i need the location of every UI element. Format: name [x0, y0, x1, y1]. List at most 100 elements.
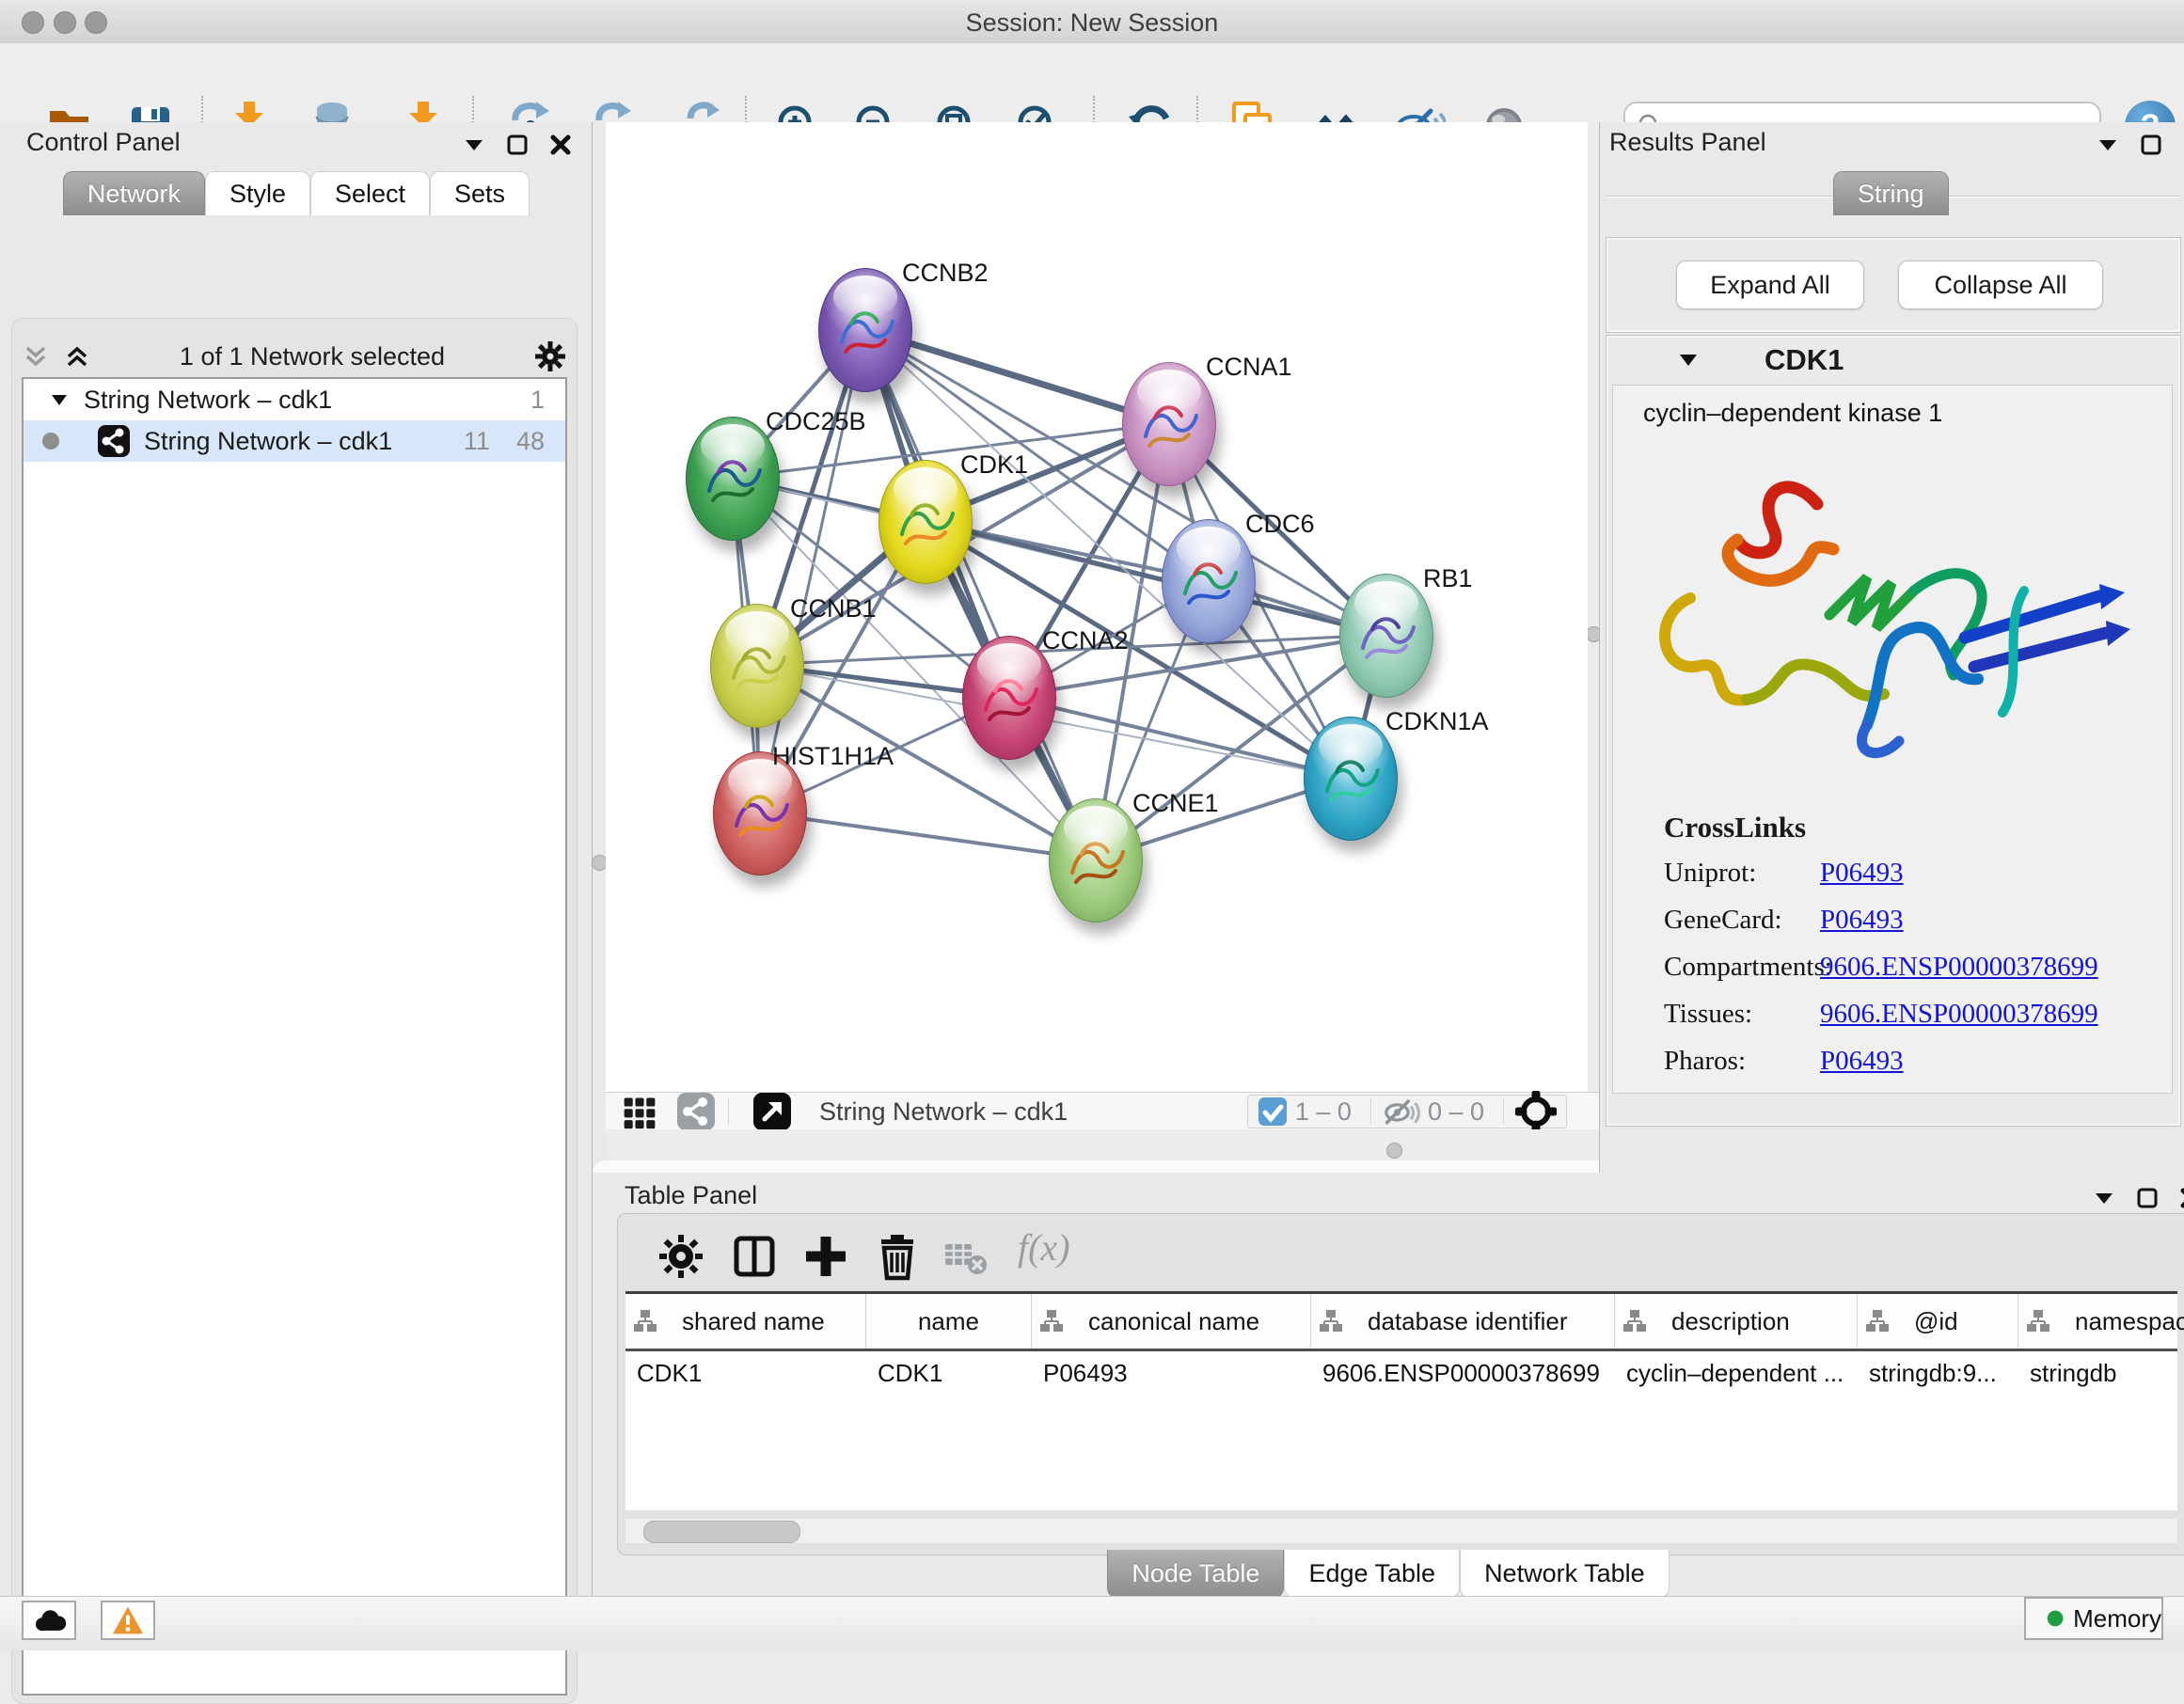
warning-icon	[111, 1605, 145, 1635]
collapse-all-networks-icon[interactable]	[63, 342, 91, 371]
network-edge[interactable]	[925, 521, 1385, 635]
cell-databaseidentifier[interactable]: 9606.ENSP00000378699	[1311, 1359, 1615, 1388]
show-columns-icon[interactable]	[729, 1231, 780, 1282]
network-edge[interactable]	[864, 329, 1095, 860]
cell-id[interactable]: stringdb:9...	[1858, 1359, 2018, 1388]
column-header-name[interactable]: name	[866, 1294, 1032, 1349]
warning-status-button[interactable]	[101, 1601, 155, 1640]
protein-header[interactable]: CDK1	[1606, 343, 2180, 377]
fit-selection-crosshair-icon[interactable]	[1515, 1091, 1557, 1132]
collection-label: String Network – cdk1	[84, 386, 332, 415]
collapse-panel-icon[interactable]	[2093, 1187, 2115, 1209]
collapse-section-icon[interactable]	[1678, 350, 1699, 371]
tree-expander-icon[interactable]	[50, 390, 69, 409]
selection-indicators: 1 – 0 0 – 0	[1247, 1095, 1567, 1128]
hidden-eye-icon[interactable]	[1383, 1095, 1420, 1128]
column-header-canonicalname[interactable]: canonical name	[1032, 1294, 1311, 1349]
scrollbar-thumb[interactable]	[643, 1521, 800, 1543]
network-node-cdkn1a[interactable]	[1304, 717, 1398, 841]
column-header-sharedname[interactable]: shared name	[625, 1294, 866, 1349]
cell-namespace[interactable]: stringdb	[2018, 1359, 2184, 1388]
column-mapping-icon	[1865, 1309, 1890, 1333]
string-app-icon	[97, 424, 131, 458]
network-view-canvas[interactable]: CCNB2CCNA1CDC25BCDK1CDC6RB1CCNB1CCNA2CDK…	[606, 122, 1588, 1092]
tab-network-table[interactable]: Network Table	[1460, 1550, 1670, 1598]
open-in-window-icon[interactable]	[752, 1091, 793, 1132]
table-data-row[interactable]: CDK1CDK1P064939606.ENSP00000378699cyclin…	[625, 1351, 2177, 1395]
table-container: f(x) shared namenamecanonical namedataba…	[617, 1213, 2184, 1555]
network-label: String Network – cdk1	[144, 427, 392, 456]
close-panel-icon[interactable]	[549, 134, 572, 156]
crosslink-link[interactable]: P06493	[1820, 858, 1904, 889]
table-hscrollbar[interactable]	[625, 1519, 2177, 1543]
crosslink-link[interactable]: 9606.ENSP00000378699	[1820, 952, 2098, 983]
node-label-cdc25b: CDC25B	[766, 407, 866, 436]
table-header-row: shared namenamecanonical namedatabase id…	[625, 1294, 2177, 1351]
crosslink-link[interactable]: 9606.ENSP00000378699	[1820, 999, 2098, 1030]
column-header-namespace[interactable]: namespace	[2018, 1294, 2184, 1349]
network-row-selected[interactable]: String Network – cdk1 11 48	[24, 420, 565, 462]
cell-name[interactable]: CDK1	[866, 1359, 1032, 1388]
tab-string[interactable]: String	[1833, 171, 1949, 215]
table-options-gear-icon[interactable]	[656, 1231, 706, 1282]
cell-canonicalname[interactable]: P06493	[1032, 1359, 1311, 1388]
node-table: shared namenamecanonical namedatabase id…	[625, 1291, 2177, 1510]
network-overview-icon[interactable]	[675, 1091, 717, 1132]
tab-edge-table[interactable]: Edge Table	[1284, 1550, 1460, 1598]
function-builder-icon[interactable]: f(x)	[1018, 1225, 1070, 1270]
node-label-rb1: RB1	[1423, 564, 1473, 593]
network-node-ccne1[interactable]	[1049, 798, 1143, 923]
tab-network[interactable]: Network	[63, 171, 205, 215]
close-panel-icon[interactable]	[2179, 1187, 2184, 1209]
right-splitter[interactable]	[1588, 122, 1599, 1173]
float-panel-icon[interactable]	[2136, 1187, 2159, 1209]
protein-details: cyclin–dependent kinase 1	[1612, 385, 2173, 1094]
collapse-panel-icon[interactable]	[463, 134, 485, 156]
delete-column-icon[interactable]	[872, 1231, 923, 1282]
selected-checkbox-icon[interactable]	[1258, 1097, 1288, 1127]
column-header-id[interactable]: @id	[1858, 1294, 2018, 1349]
cell-sharedname[interactable]: CDK1	[625, 1359, 866, 1388]
crosslink-link[interactable]: P06493	[1820, 1046, 1904, 1077]
float-panel-icon[interactable]	[506, 134, 529, 156]
status-bar: Memory	[0, 1596, 2184, 1650]
tab-style[interactable]: Style	[205, 171, 310, 215]
network-node-cdk1[interactable]	[878, 460, 973, 584]
collapse-panel-icon[interactable]	[2097, 134, 2119, 156]
tab-node-table[interactable]: Node Table	[1107, 1550, 1284, 1598]
tab-sets[interactable]: Sets	[430, 171, 530, 215]
node-label-hist1h1a: HIST1H1A	[772, 742, 894, 771]
network-node-ccna1[interactable]	[1122, 362, 1216, 486]
column-header-databaseidentifier[interactable]: database identifier	[1311, 1294, 1615, 1349]
cloud-status-button[interactable]	[22, 1601, 76, 1640]
expand-all-networks-icon[interactable]	[22, 342, 50, 371]
network-node-ccnb2[interactable]	[818, 268, 912, 392]
collapse-all-button[interactable]: Collapse All	[1898, 260, 2103, 309]
node-gloss	[1177, 527, 1242, 571]
network-view-title: String Network – cdk1	[819, 1097, 1068, 1127]
cell-description[interactable]: cyclin–dependent ...	[1615, 1359, 1858, 1388]
crosslink-row: GeneCard:P06493	[1664, 905, 2098, 936]
network-tree: String Network – cdk1 1 String Network –…	[22, 377, 567, 1696]
network-node-cdc6[interactable]	[1162, 519, 1256, 643]
expand-all-button[interactable]: Expand All	[1676, 260, 1864, 309]
network-options-gear-icon[interactable]	[533, 339, 567, 373]
network-edge[interactable]	[759, 813, 1095, 860]
crosslink-row: Tissues:9606.ENSP00000378699	[1664, 999, 2098, 1030]
crosslink-link[interactable]: P06493	[1820, 905, 1904, 936]
delete-table-icon[interactable]	[940, 1231, 990, 1282]
network-node-rb1[interactable]	[1339, 574, 1433, 698]
column-header-description[interactable]: description	[1615, 1294, 1858, 1349]
add-column-icon[interactable]	[800, 1231, 851, 1282]
memory-indicator[interactable]: Memory	[2024, 1597, 2163, 1640]
node-label-ccna1: CCNA1	[1206, 353, 1292, 382]
node-gloss	[1319, 724, 1384, 768]
float-panel-icon[interactable]	[2140, 134, 2162, 156]
crosslink-label: Pharos:	[1664, 1046, 1820, 1077]
birds-eye-view-icon[interactable]	[621, 1093, 658, 1130]
tab-select[interactable]: Select	[310, 171, 430, 215]
network-collection-row[interactable]: String Network – cdk1 1	[24, 379, 565, 420]
node-gloss	[977, 643, 1042, 687]
splitter-handle[interactable]	[1386, 1143, 1402, 1159]
column-mapping-icon	[1319, 1309, 1343, 1333]
